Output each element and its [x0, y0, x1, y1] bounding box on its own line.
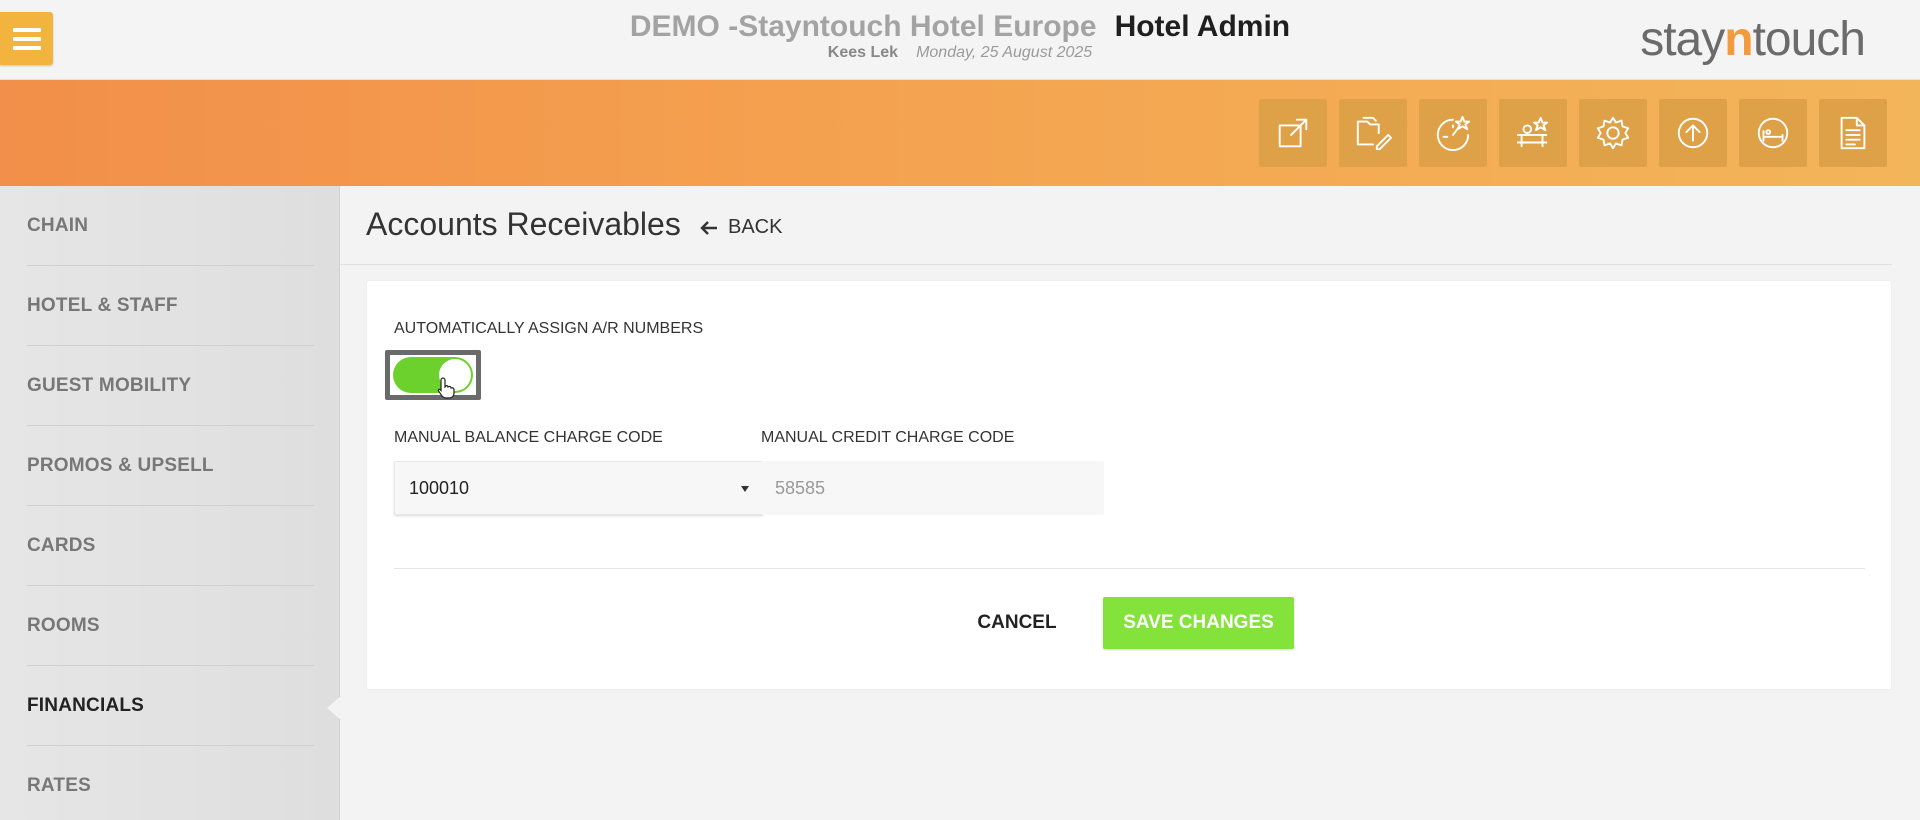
rooms-button[interactable]	[1739, 99, 1807, 167]
title-divider	[340, 264, 1892, 265]
header-title-block: DEMO -Stayntouch Hotel Europe Hotel Admin…	[0, 10, 1920, 62]
arrow-left-icon	[700, 220, 717, 235]
auto-assign-toggle[interactable]	[385, 350, 481, 400]
hotel-name: DEMO -Stayntouch Hotel Europe	[629, 10, 1097, 43]
form-divider	[394, 568, 1865, 569]
toolbar-band	[0, 80, 1920, 186]
dashboard-star-button[interactable]	[1419, 99, 1487, 167]
back-button[interactable]: BACK	[700, 216, 782, 239]
housekeeping-star-button[interactable]	[1499, 99, 1567, 167]
cancel-button[interactable]: CANCEL	[957, 597, 1077, 649]
sidebar-item-label: FINANCIALS	[27, 694, 145, 716]
external-link-icon	[1278, 118, 1308, 148]
upload-icon	[1677, 117, 1709, 149]
dashboard-star-icon	[1436, 115, 1471, 152]
hand-cursor-icon	[437, 377, 455, 399]
toggle-track	[393, 357, 473, 399]
credit-charge-code-input[interactable]	[761, 461, 1104, 515]
external-link-button[interactable]	[1259, 99, 1327, 167]
balance-code-label: MANUAL BALANCE CHARGE CODE	[394, 429, 663, 446]
brand-logo: stayntouch	[1640, 13, 1866, 66]
bed-icon	[1757, 117, 1789, 149]
sidebar-item-label: PROMOS & UPSELL	[27, 454, 214, 476]
housekeeping-star-icon	[1516, 116, 1549, 148]
page-title: Accounts Receivables	[366, 206, 681, 242]
gear-icon	[1596, 116, 1630, 150]
sidebar-item-rates[interactable]: RATES	[27, 746, 314, 820]
sidebar-item-hotel-staff[interactable]: HOTEL & STAFF	[27, 266, 314, 346]
back-label: BACK	[728, 216, 783, 238]
top-header: DEMO -Stayntouch Hotel Europe Hotel Admin…	[0, 0, 1920, 80]
user-name: Kees Lek	[827, 44, 899, 61]
reports-button[interactable]	[1819, 99, 1887, 167]
sidebar-item-promos-upsell[interactable]: PROMOS & UPSELL	[27, 426, 314, 506]
sidebar-item-label: CARDS	[27, 534, 96, 556]
folder-edit-button[interactable]	[1339, 99, 1407, 167]
sidebar-item-label: RATES	[27, 775, 91, 796]
sidebar-item-rooms[interactable]: ROOMS	[27, 586, 314, 666]
app-name: Hotel Admin	[1114, 10, 1291, 43]
sidebar-item-chain[interactable]: CHAIN	[27, 186, 314, 266]
credit-code-label: MANUAL CREDIT CHARGE CODE	[761, 429, 1015, 446]
sidebar-item-label: ROOMS	[27, 614, 100, 636]
sidebar-item-label: HOTEL & STAFF	[27, 294, 178, 316]
sidebar-item-label: GUEST MOBILITY	[27, 374, 192, 396]
document-icon	[1840, 116, 1866, 150]
save-changes-button[interactable]: SAVE CHANGES	[1103, 597, 1294, 649]
balance-charge-code-select[interactable]: 100010	[394, 461, 764, 515]
sidebar-item-guest-mobility[interactable]: GUEST MOBILITY	[27, 346, 314, 426]
settings-button[interactable]	[1579, 99, 1647, 167]
folder-edit-icon	[1356, 116, 1392, 151]
business-date: Monday, 25 August 2025	[916, 44, 1093, 61]
ar-settings-card: AUTOMATICALLY ASSIGN A/R NUMBERS MANUAL …	[367, 281, 1891, 689]
auto-assign-label: AUTOMATICALLY ASSIGN A/R NUMBERS	[394, 320, 704, 337]
balance-code-value: 100010	[409, 477, 470, 498]
sidebar-item-cards[interactable]: CARDS	[27, 506, 314, 586]
caret-down-icon	[741, 486, 749, 492]
sidebar-item-financials[interactable]: FINANCIALS	[27, 666, 341, 746]
admin-sidebar: CHAIN HOTEL & STAFF GUEST MOBILITY PROMO…	[0, 186, 341, 820]
upload-button[interactable]	[1659, 99, 1727, 167]
sidebar-item-label: CHAIN	[27, 214, 89, 236]
